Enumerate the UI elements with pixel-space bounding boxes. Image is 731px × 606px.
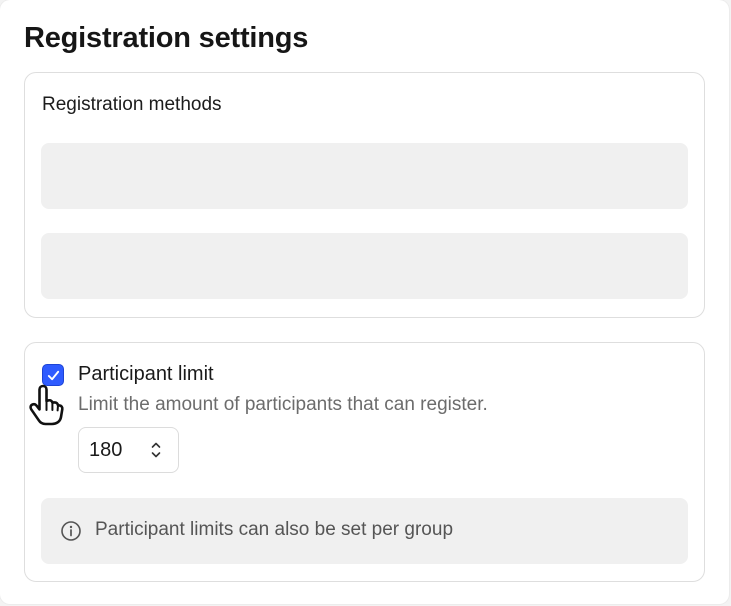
participant-limit-checkbox[interactable] (42, 364, 64, 386)
registration-method-placeholder (41, 233, 688, 299)
info-icon (61, 521, 81, 541)
participant-limit-value[interactable]: 180 (89, 439, 122, 462)
participant-limit-description: Limit the amount of participants that ca… (78, 394, 488, 415)
checkmark-icon (47, 370, 59, 380)
participant-limit-info-text: Participant limits can also be set per g… (95, 519, 454, 540)
page-title: Registration settings (24, 22, 309, 54)
chevron-up-down-icon[interactable] (150, 440, 162, 460)
registration-settings-panel: Registration settings Registration metho… (0, 0, 729, 604)
participant-limit-card: Participant limit Limit the amount of pa… (24, 342, 705, 582)
registration-methods-card: Registration methods (24, 72, 705, 318)
participant-limit-label: Participant limit (78, 363, 214, 385)
participant-limit-info-box: Participant limits can also be set per g… (41, 498, 688, 564)
registration-methods-heading: Registration methods (42, 94, 222, 115)
registration-method-placeholder (41, 143, 688, 209)
participant-limit-stepper[interactable]: 180 (78, 427, 179, 473)
